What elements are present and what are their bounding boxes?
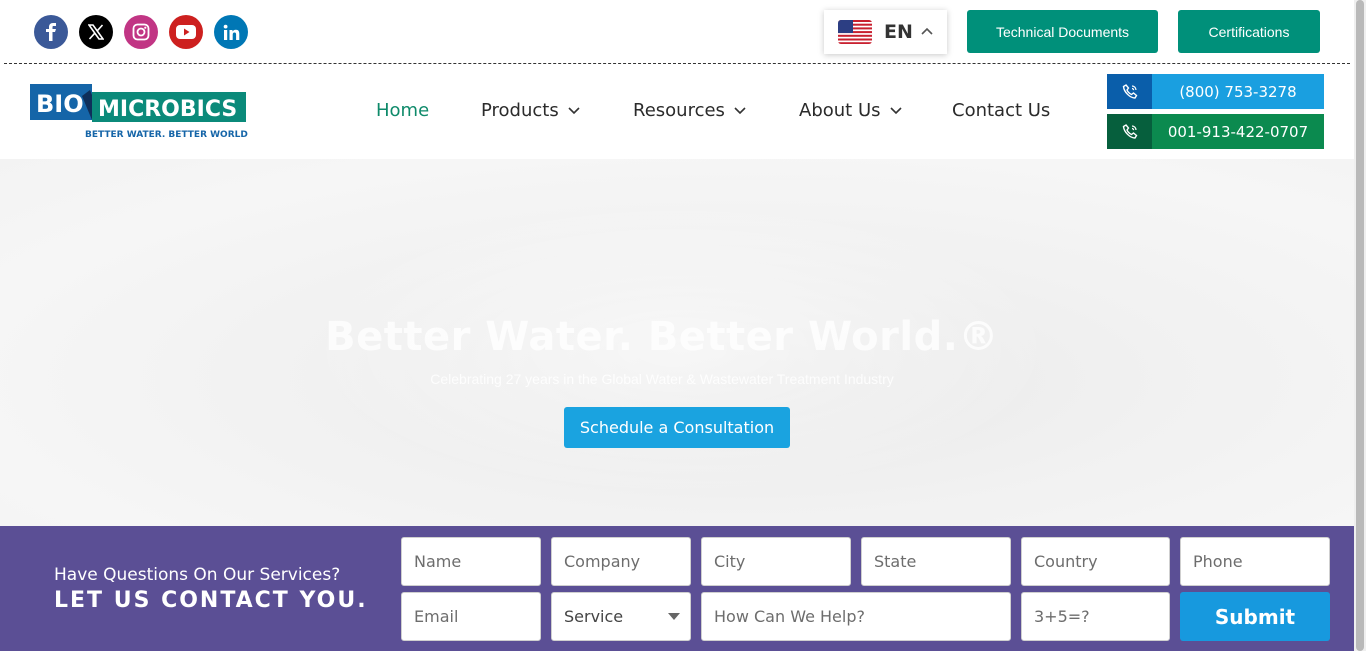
chevron-down-icon — [734, 106, 746, 114]
instagram-icon[interactable] — [124, 15, 158, 49]
phone-international-number: 001-913-422-0707 — [1152, 114, 1324, 149]
contact-heading: LET US CONTACT YOU. — [54, 588, 368, 613]
contact-question: Have Questions On Our Services? — [54, 565, 341, 585]
site-logo[interactable]: BIO MICROBICS BETTER WATER. BETTER WORLD… — [30, 84, 251, 142]
nav-item-label: Resources — [633, 100, 725, 121]
nav-item-label: About Us — [799, 100, 881, 121]
social-links — [34, 15, 248, 49]
phone-primary-number: (800) 753-3278 — [1152, 74, 1324, 109]
city-input[interactable] — [701, 537, 851, 586]
schedule-consultation-button[interactable]: Schedule a Consultation — [564, 407, 790, 448]
logo-brand-left: BIO — [36, 90, 84, 118]
hero-banner: Better Water. Better World.® Celebrating… — [0, 159, 1354, 526]
email-input[interactable] — [401, 592, 541, 641]
phone-icon — [1107, 74, 1152, 109]
phone-input[interactable] — [1180, 537, 1330, 586]
nav-item-home[interactable]: Home — [376, 100, 429, 121]
nav-item-resources[interactable]: Resources — [633, 100, 746, 121]
language-selector[interactable]: EN — [824, 10, 947, 54]
company-input[interactable] — [551, 537, 691, 586]
top-bar: EN Technical Documents Certifications — [0, 0, 1354, 64]
name-input[interactable] — [401, 537, 541, 586]
scrollbar-thumb[interactable] — [1356, 0, 1364, 651]
country-input[interactable] — [1021, 537, 1170, 586]
caret-down-icon — [668, 613, 680, 620]
logo-tagline: BETTER WATER. BETTER WORLD. — [85, 130, 248, 140]
hero-title: Better Water. Better World.® — [325, 314, 999, 360]
facebook-icon[interactable] — [34, 15, 68, 49]
service-select[interactable]: Service — [551, 592, 691, 641]
phone-international-button[interactable]: 001-913-422-0707 — [1107, 114, 1324, 149]
phone-icon — [1107, 114, 1152, 149]
nav-item-label: Contact Us — [952, 100, 1051, 121]
linkedin-icon[interactable] — [214, 15, 248, 49]
captcha-input[interactable] — [1021, 592, 1170, 641]
service-select-value: Service — [564, 607, 624, 626]
chevron-down-icon — [568, 106, 580, 114]
chevron-up-icon — [921, 27, 933, 35]
nav-item-label: Home — [376, 100, 430, 121]
language-code: EN — [884, 21, 913, 43]
submit-button[interactable]: Submit — [1180, 592, 1330, 641]
hero-subtitle: Celebrating 27 years in the Global Water… — [430, 371, 894, 387]
certifications-button[interactable]: Certifications — [1178, 10, 1320, 53]
x-twitter-icon[interactable] — [79, 15, 113, 49]
nav-item-label: Products — [481, 100, 559, 121]
phone-primary-button[interactable]: (800) 753-3278 — [1107, 74, 1324, 109]
nav-item-about-us[interactable]: About Us — [799, 100, 902, 121]
how-can-we-help-input[interactable] — [701, 592, 1011, 641]
nav-item-products[interactable]: Products — [481, 100, 580, 121]
state-input[interactable] — [861, 537, 1011, 586]
nav-item-contact-us[interactable]: Contact Us — [952, 100, 1050, 121]
chevron-down-icon — [889, 106, 902, 114]
logo-brand-right: MICROBICS — [98, 97, 237, 122]
main-header: BIO MICROBICS BETTER WATER. BETTER WORLD… — [0, 64, 1354, 159]
us-flag-icon — [838, 20, 872, 44]
technical-documents-button[interactable]: Technical Documents — [967, 10, 1158, 53]
youtube-icon[interactable] — [169, 15, 203, 49]
page-scrollbar[interactable] — [1354, 0, 1366, 651]
